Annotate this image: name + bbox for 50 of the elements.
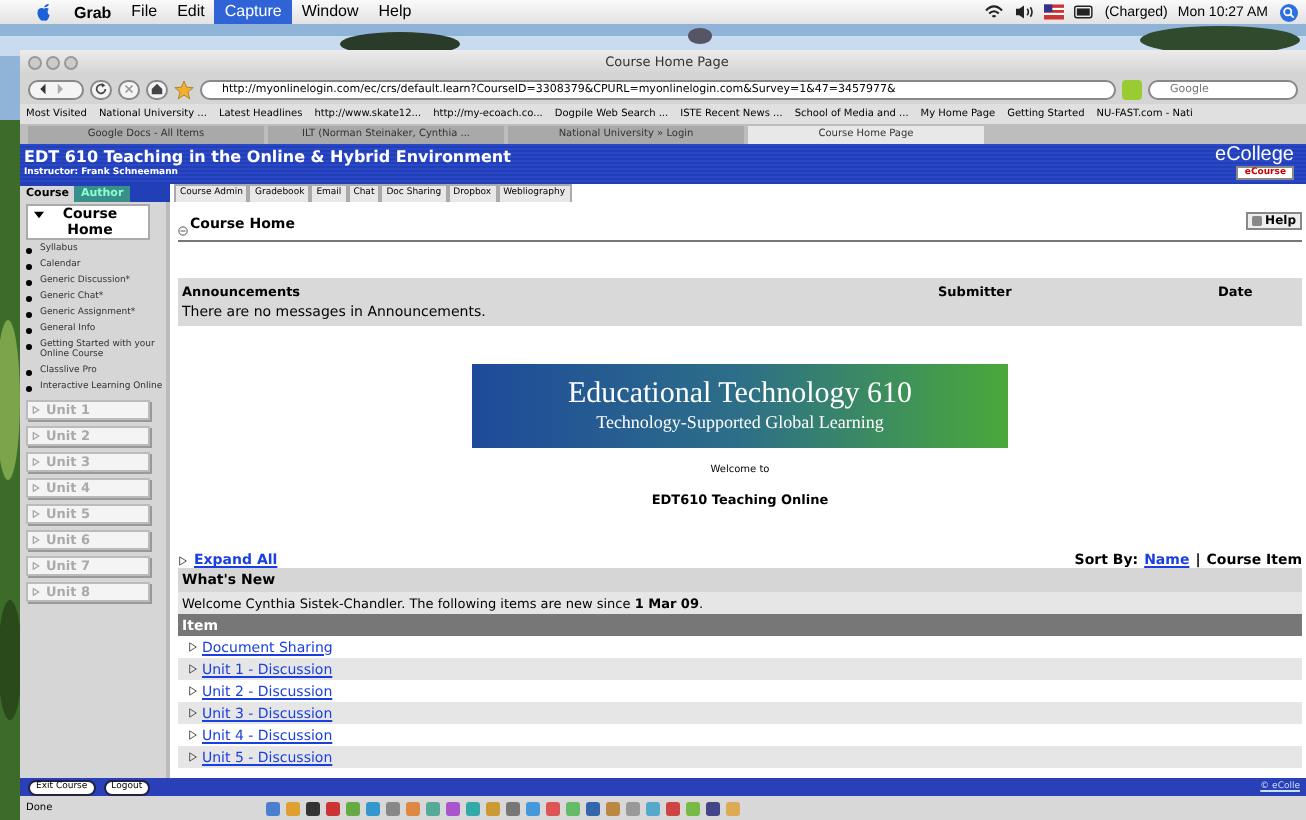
- bullet-icon: [26, 264, 32, 270]
- search-icon[interactable]: [1280, 3, 1298, 21]
- expand-icon[interactable]: [188, 642, 198, 652]
- reload-button[interactable]: [90, 79, 112, 99]
- caret-icon: [32, 432, 40, 440]
- caret-icon: [32, 562, 40, 570]
- expand-icon[interactable]: [178, 555, 188, 565]
- reload-icon: [94, 82, 108, 96]
- menu-item[interactable]: Window: [291, 0, 369, 24]
- apple-icon[interactable]: [36, 2, 52, 22]
- caret-icon: [32, 588, 40, 596]
- bullet-icon: [26, 248, 32, 254]
- expand-icon[interactable]: [188, 664, 198, 674]
- bullet-icon: [26, 386, 32, 392]
- speaker-icon[interactable]: [1014, 4, 1035, 20]
- battery-icon[interactable]: [1074, 4, 1095, 20]
- menu-item[interactable]: Edit: [167, 0, 215, 24]
- bullet-icon: [26, 312, 32, 318]
- caret-icon: [32, 484, 40, 492]
- expand-icon[interactable]: [188, 730, 198, 740]
- wifi-icon[interactable]: [984, 4, 1005, 20]
- bullet-icon: [26, 328, 32, 334]
- caret-icon: [32, 536, 40, 544]
- flag-icon[interactable]: [1044, 4, 1065, 20]
- bullet-icon: [26, 296, 32, 302]
- help-icon: [1251, 216, 1262, 226]
- menu-item[interactable]: Capture: [214, 0, 292, 24]
- menu-item[interactable]: Help: [368, 0, 422, 24]
- menu-item[interactable]: File: [121, 0, 168, 24]
- bullet-icon: [26, 344, 32, 350]
- bullet-icon: [26, 280, 32, 286]
- banner-subtitle: Technology-Supported Global Learning: [596, 412, 884, 434]
- logo: eCollege: [1215, 144, 1294, 166]
- home-button[interactable]: [146, 79, 168, 99]
- home-icon: [150, 82, 164, 96]
- caret-icon: [32, 458, 40, 466]
- expand-icon[interactable]: [188, 752, 198, 762]
- banner-title: Educational Technology 610: [568, 378, 912, 412]
- expand-icon[interactable]: [188, 686, 198, 696]
- star-icon[interactable]: [174, 79, 194, 99]
- toolbar-icons-drawing[interactable]: [266, 800, 746, 816]
- app-menu[interactable]: Grab: [64, 3, 122, 21]
- close-icon: [122, 82, 136, 96]
- collapse-icon[interactable]: [178, 226, 188, 236]
- caret-icon: [32, 406, 40, 414]
- caret-icon: [34, 210, 44, 220]
- course-title: EDT 610 Teaching in the Online & Hybrid Environment: [24, 148, 513, 167]
- bullet-icon: [26, 370, 32, 376]
- caret-icon: [32, 510, 40, 518]
- expand-icon[interactable]: [188, 708, 198, 718]
